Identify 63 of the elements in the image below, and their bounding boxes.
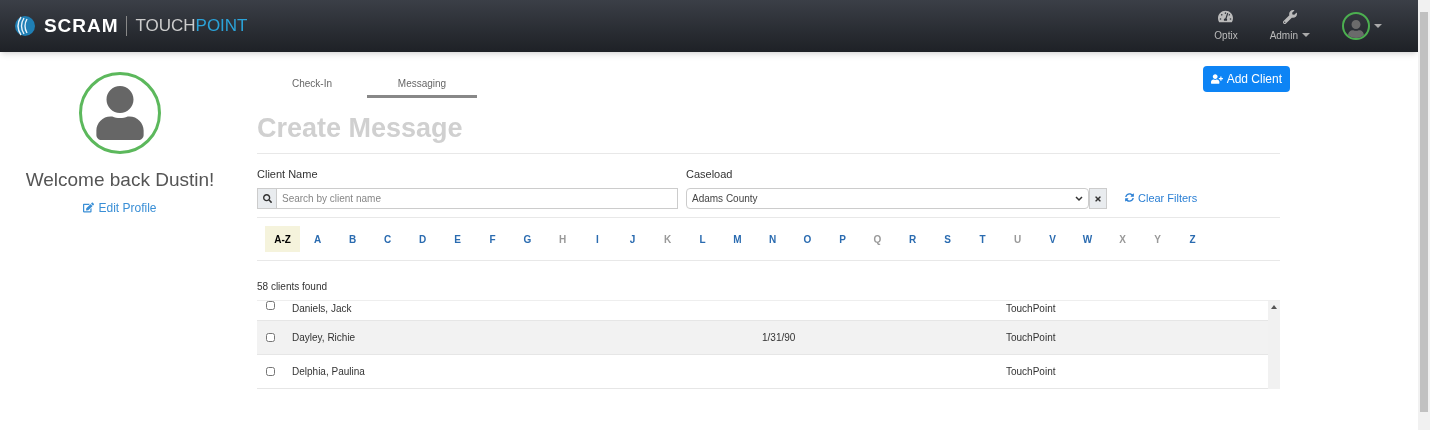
search-icon xyxy=(262,194,272,203)
letter-filter[interactable]: W xyxy=(1070,226,1105,252)
field-label: Client Name xyxy=(257,166,319,182)
letter-filter[interactable]: M xyxy=(720,226,755,252)
letter-filter[interactable]: I xyxy=(580,226,615,252)
refresh-icon xyxy=(1125,193,1134,203)
avatar-icon xyxy=(1342,12,1370,40)
letter-filter[interactable]: A-Z xyxy=(265,226,300,252)
letter-filter[interactable]: N xyxy=(755,226,790,252)
scrollbar[interactable] xyxy=(1418,0,1430,430)
logo-text: SCRAM xyxy=(44,13,119,38)
table-cell-text: Delphia, Paulina xyxy=(292,365,366,379)
edit-icon xyxy=(83,202,95,213)
letter-filter[interactable]: J xyxy=(615,226,650,252)
clear-caseload-button[interactable] xyxy=(1089,188,1107,209)
search-field[interactable]: Search by client name xyxy=(277,188,678,209)
row-checkbox[interactable] xyxy=(266,333,275,342)
letter-filter[interactable]: D xyxy=(405,226,440,252)
row-checkbox[interactable] xyxy=(266,367,275,376)
letter-filter[interactable]: A xyxy=(300,226,335,252)
letter-filter[interactable]: F xyxy=(475,226,510,252)
user-menu[interactable] xyxy=(1342,12,1382,40)
letter-filter[interactable]: P xyxy=(825,226,860,252)
close-icon xyxy=(1094,194,1102,203)
table-cell-text: TouchPoint xyxy=(1006,365,1056,379)
table-cell-text: Daniels, Jack xyxy=(292,302,353,316)
letter-filter[interactable]: R xyxy=(895,226,930,252)
letter-filter[interactable]: E xyxy=(440,226,475,252)
field-label: Caseload xyxy=(686,166,734,182)
caseload-dropdown[interactable]: Adams County xyxy=(686,188,1089,209)
wrench-icon xyxy=(1282,9,1297,24)
tab[interactable]: Messaging xyxy=(367,72,477,98)
product-name: TOUCHPOINT xyxy=(135,15,248,38)
chevron-down-icon xyxy=(1075,195,1083,202)
letter-filter[interactable]: L xyxy=(685,226,720,252)
table-cell-text: 1/31/90 xyxy=(762,331,797,345)
scrollbar[interactable] xyxy=(1268,301,1280,389)
client-row[interactable]: Dayley, Richie 1/31/90 TouchPoint xyxy=(257,321,1268,355)
letter-filter[interactable]: V xyxy=(1035,226,1070,252)
table-cell-text: TouchPoint xyxy=(1006,302,1056,316)
letter-filter[interactable]: C xyxy=(370,226,405,252)
table-cell-text: Dayley, Richie xyxy=(292,331,357,345)
row-checkbox[interactable] xyxy=(266,301,275,310)
letter-filter[interactable]: T xyxy=(965,226,1000,252)
letter-filter[interactable]: S xyxy=(930,226,965,252)
welcome-text: Welcome back Dustin! xyxy=(25,168,215,192)
letter-filter[interactable]: Z xyxy=(1175,226,1210,252)
tab[interactable]: Check-In xyxy=(257,72,367,98)
letter-filter[interactable]: O xyxy=(790,226,825,252)
table-cell-text: TouchPoint xyxy=(1006,331,1056,345)
add-client-button[interactable]: Add Client xyxy=(1202,66,1290,92)
gauge-icon xyxy=(1218,9,1234,24)
letter-filter[interactable]: B xyxy=(335,226,370,252)
logo-icon xyxy=(12,13,36,39)
nav-item[interactable]: Admin xyxy=(1269,9,1310,43)
clear-filters-link[interactable]: Clear Filters xyxy=(1125,189,1198,206)
edit-profile-link[interactable]: Edit Profile xyxy=(83,198,157,217)
avatar-icon xyxy=(79,72,161,154)
result-count: 58 clients found xyxy=(257,280,329,294)
client-row[interactable]: Daniels, Jack TouchPoint xyxy=(257,301,1268,321)
user-plus-icon xyxy=(1210,73,1223,85)
nav-item[interactable]: Optix xyxy=(1214,9,1238,43)
letter-filter[interactable]: G xyxy=(510,226,545,252)
